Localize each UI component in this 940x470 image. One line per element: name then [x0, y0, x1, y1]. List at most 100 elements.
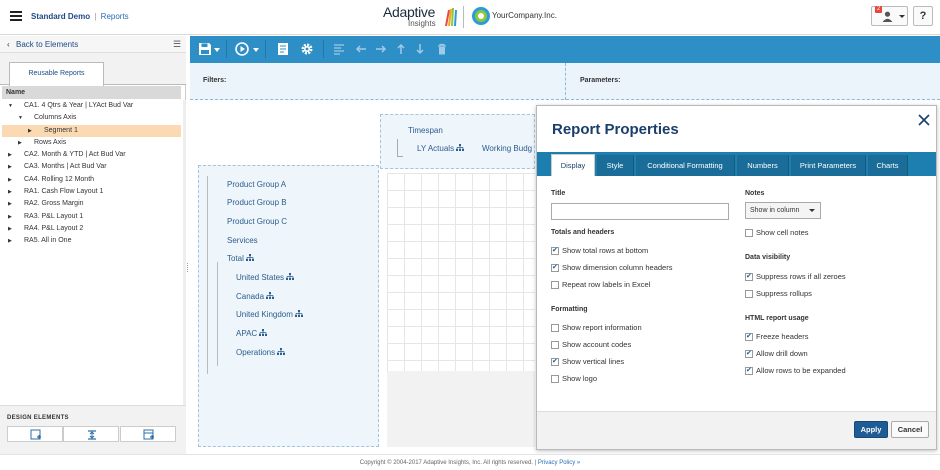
checkbox-row[interactable]: Allow drill down: [745, 349, 808, 359]
expand-right-icon[interactable]: ▶: [8, 235, 12, 247]
row-item[interactable]: Total: [227, 254, 255, 263]
column-working-budget[interactable]: Working Budg: [482, 144, 532, 153]
panel-splitter-handle[interactable]: [186, 261, 189, 275]
tree-row[interactable]: ▶ CA4. Rolling 12 Month: [2, 174, 181, 186]
back-to-elements-link[interactable]: Back to Elements: [16, 40, 78, 49]
expand-right-icon[interactable]: ▶: [28, 125, 32, 137]
timespan-header[interactable]: Timespan: [408, 126, 443, 135]
tab-charts[interactable]: Charts: [868, 155, 908, 176]
run-dropdown-icon[interactable]: [253, 48, 259, 52]
row-item[interactable]: Services: [227, 236, 258, 245]
breadcrumb-app[interactable]: Standard Demo: [31, 12, 90, 21]
cancel-button[interactable]: Cancel: [891, 421, 929, 438]
checkbox-row[interactable]: Freeze headers: [745, 332, 809, 342]
run-report-icon[interactable]: [235, 42, 249, 56]
tab-numbers[interactable]: Numbers: [737, 155, 789, 176]
expand-down-icon[interactable]: ▼: [18, 112, 23, 124]
gear-icon[interactable]: [300, 42, 314, 56]
insert-row-button[interactable]: [63, 426, 119, 442]
tree-row-label: CA1. 4 Qtrs & Year | LYAct Bud Var: [24, 102, 134, 109]
checkbox-row[interactable]: Suppress rows if all zeroes: [745, 272, 846, 282]
notes-select[interactable]: Show in column: [745, 202, 821, 219]
row-item[interactable]: Product Group C: [227, 217, 287, 226]
tree-row[interactable]: ▶ RA2. Gross Margin: [2, 198, 181, 210]
checkbox[interactable]: [551, 281, 559, 289]
tab-reusable-reports[interactable]: Reusable Reports: [9, 62, 104, 86]
expand-right-icon[interactable]: ▶: [8, 186, 12, 198]
tree-row[interactable]: ▶ Segment 1: [2, 124, 181, 137]
checkbox-row[interactable]: Show logo: [551, 374, 597, 384]
checkbox[interactable]: [745, 366, 753, 376]
document-icon[interactable]: [276, 42, 290, 56]
breadcrumb-section[interactable]: Reports: [101, 12, 129, 21]
checkbox[interactable]: [745, 290, 753, 298]
expand-down-icon[interactable]: ▼: [8, 100, 13, 112]
row-item[interactable]: APAC: [236, 329, 268, 338]
checkbox[interactable]: [745, 229, 753, 237]
tab-display[interactable]: Display: [551, 154, 595, 176]
row-item[interactable]: United States: [236, 273, 295, 282]
add-element-button[interactable]: [7, 426, 63, 442]
checkbox[interactable]: [551, 375, 559, 383]
column-ly-actuals[interactable]: LY Actuals: [417, 144, 465, 153]
checkbox-row[interactable]: Show dimension column headers: [551, 263, 672, 273]
row-item[interactable]: Product Group B: [227, 198, 287, 207]
apply-button[interactable]: Apply: [854, 421, 888, 438]
rows-drop-zone[interactable]: Product Group A Product Group B Product Gr…: [198, 165, 379, 447]
checkbox[interactable]: [551, 341, 559, 349]
row-item[interactable]: Operations: [236, 348, 286, 357]
checkbox[interactable]: [745, 332, 753, 342]
tree-row[interactable]: ▼ Columns Axis: [2, 112, 181, 124]
checkbox[interactable]: [551, 263, 559, 273]
report-title-input[interactable]: [551, 203, 729, 220]
expand-right-icon[interactable]: ▶: [8, 211, 12, 223]
tab-print-parameters[interactable]: Print Parameters: [791, 155, 866, 176]
company-logo-text: YourCompany.Inc.: [492, 11, 557, 20]
checkbox-row[interactable]: Suppress rollups: [745, 289, 812, 299]
checkbox-row[interactable]: Allow rows to be expanded: [745, 366, 846, 376]
help-button[interactable]: ?: [913, 6, 933, 26]
expand-right-icon[interactable]: ▶: [8, 149, 12, 161]
checkbox-row[interactable]: Show report information: [551, 323, 642, 333]
checkbox[interactable]: [551, 357, 559, 367]
tree-row[interactable]: ▶ Rows Axis: [2, 137, 181, 149]
back-to-elements-row[interactable]: ‹ Back to Elements ☰: [0, 36, 186, 53]
checkbox[interactable]: [551, 324, 559, 332]
checkbox[interactable]: [551, 246, 559, 256]
checkbox-row[interactable]: Show total rows at bottom: [551, 246, 648, 256]
expand-right-icon[interactable]: ▶: [18, 137, 22, 149]
expand-right-icon[interactable]: ▶: [8, 198, 12, 210]
checkbox-row[interactable]: Show cell notes: [745, 228, 809, 238]
expand-right-icon[interactable]: ▶: [8, 161, 12, 173]
tree-row[interactable]: ▶ RA5. All in One: [2, 235, 181, 247]
privacy-policy-link[interactable]: Privacy Policy »: [538, 460, 580, 466]
checkbox[interactable]: [745, 272, 753, 282]
tree-row[interactable]: ▶ CA3. Months | Act Bud Var: [2, 161, 181, 173]
tree-row[interactable]: ▶ RA3. P&L Layout 1: [2, 211, 181, 223]
row-item[interactable]: Canada: [236, 292, 275, 301]
row-item[interactable]: Product Group A: [227, 180, 286, 189]
save-icon[interactable]: [198, 42, 212, 56]
tree-row[interactable]: ▶ RA1. Cash Flow Layout 1: [2, 186, 181, 198]
tab-conditional-formatting[interactable]: Conditional Formatting: [636, 155, 735, 176]
checkbox[interactable]: [745, 349, 753, 359]
panel-menu-icon[interactable]: ☰: [173, 39, 181, 50]
tree-column-header[interactable]: Name: [2, 86, 181, 99]
expand-right-icon[interactable]: ▶: [8, 174, 12, 186]
tree-row[interactable]: ▶ CA2. Month & YTD | Act Bud Var: [2, 149, 181, 161]
expand-right-icon[interactable]: ▶: [8, 223, 12, 235]
save-dropdown-icon[interactable]: [214, 48, 220, 52]
tree-row[interactable]: ▼ CA1. 4 Qtrs & Year | LYAct Bud Var: [2, 100, 181, 112]
add-column-button[interactable]: [120, 426, 176, 442]
tree-row[interactable]: ▶ RA4. P&L Layout 2: [2, 223, 181, 235]
close-icon[interactable]: [917, 113, 931, 127]
checkbox-row[interactable]: Show account codes: [551, 340, 631, 350]
row-item[interactable]: United Kingdom: [236, 310, 304, 319]
checkbox-row[interactable]: Show vertical lines: [551, 357, 624, 367]
user-menu-button[interactable]: 2: [871, 6, 908, 26]
columns-drop-zone[interactable]: Timespan LY Actuals Working Budg: [380, 114, 535, 169]
tree-scrollbar[interactable]: [183, 100, 186, 420]
tab-style[interactable]: Style: [597, 155, 634, 176]
checkbox-row[interactable]: Repeat row labels in Excel: [551, 280, 650, 290]
hamburger-menu-icon[interactable]: [10, 11, 22, 21]
